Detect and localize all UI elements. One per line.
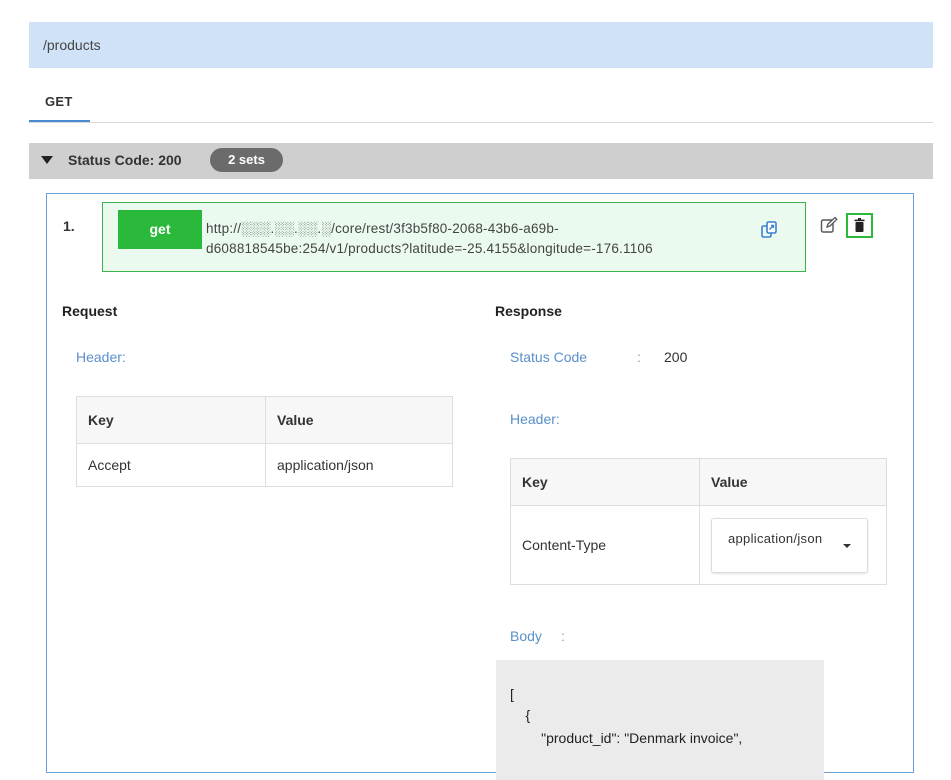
- request-url: http://░░░.░░.░░.░/core/rest/3f3b5f80-20…: [206, 219, 766, 259]
- status-code-group-label: Status Code: 200: [68, 152, 182, 168]
- response-body-line: [: [510, 686, 514, 702]
- chevron-down-icon: [843, 543, 851, 548]
- request-header-value: application/json: [265, 443, 453, 487]
- response-status-code-label: Status Code: [510, 349, 588, 365]
- content-type-select[interactable]: application/json: [711, 517, 868, 573]
- tab-get[interactable]: GET: [29, 82, 90, 122]
- sets-count-badge: 2 sets: [210, 148, 283, 172]
- endpoint-path-bar: /products: [29, 22, 933, 68]
- response-title: Response: [495, 303, 562, 319]
- content-type-select-value: application/json: [728, 530, 823, 546]
- request-header-table: Key Value Accept application/json: [76, 396, 453, 487]
- response-body-line: {: [510, 707, 531, 723]
- delete-button[interactable]: [846, 213, 873, 238]
- response-body-line: "product_id": "Denmark invoice",: [510, 730, 743, 746]
- response-status-code-value: 200: [664, 349, 688, 365]
- table-row: Content-Type application/json: [510, 505, 887, 585]
- response-status-colon: :: [637, 349, 641, 365]
- trash-icon: [854, 218, 865, 232]
- response-body-label: Body: [510, 628, 542, 644]
- table-row: Accept application/json: [76, 443, 453, 487]
- edit-icon[interactable]: [820, 216, 838, 234]
- request-header-label: Header:: [76, 349, 126, 365]
- response-body-colon: :: [561, 628, 565, 644]
- status-code-group-header[interactable]: Status Code: 200 2 sets: [29, 143, 933, 179]
- entry-number: 1.: [63, 218, 75, 234]
- request-title: Request: [62, 303, 118, 319]
- response-body: [ { "product_id": "Denmark invoice",: [496, 660, 824, 780]
- tab-get-label: GET: [45, 94, 73, 109]
- caret-down-icon[interactable]: [41, 156, 53, 164]
- response-header-label: Header:: [510, 411, 560, 427]
- request-header-key-col: Key: [76, 396, 266, 444]
- request-url-line-2: d608818545be:254/v1/products?latitude=-2…: [206, 241, 653, 256]
- response-header-table: Key Value Content-Type application/json: [510, 458, 887, 585]
- request-header-value-col: Value: [265, 396, 453, 444]
- response-header-key-col: Key: [510, 458, 700, 506]
- response-header-value-col: Value: [699, 458, 887, 506]
- request-url-line-1: http://░░░.░░.░░.░/core/rest/3f3b5f80-20…: [206, 221, 559, 236]
- request-url-box: get http://░░░.░░.░░.░/core/rest/3f3b5f8…: [102, 202, 806, 272]
- method-badge: get: [118, 210, 202, 249]
- copy-icon[interactable]: [759, 220, 779, 240]
- response-header-value-cell: application/json: [699, 505, 887, 585]
- endpoint-path: /products: [43, 37, 101, 53]
- method-tabs: GET: [29, 82, 933, 123]
- response-header-key: Content-Type: [510, 505, 700, 585]
- request-header-key: Accept: [76, 443, 266, 487]
- api-call-card: 1. get http://░░░.░░.░░.░/core/rest/3f3b…: [46, 193, 914, 780]
